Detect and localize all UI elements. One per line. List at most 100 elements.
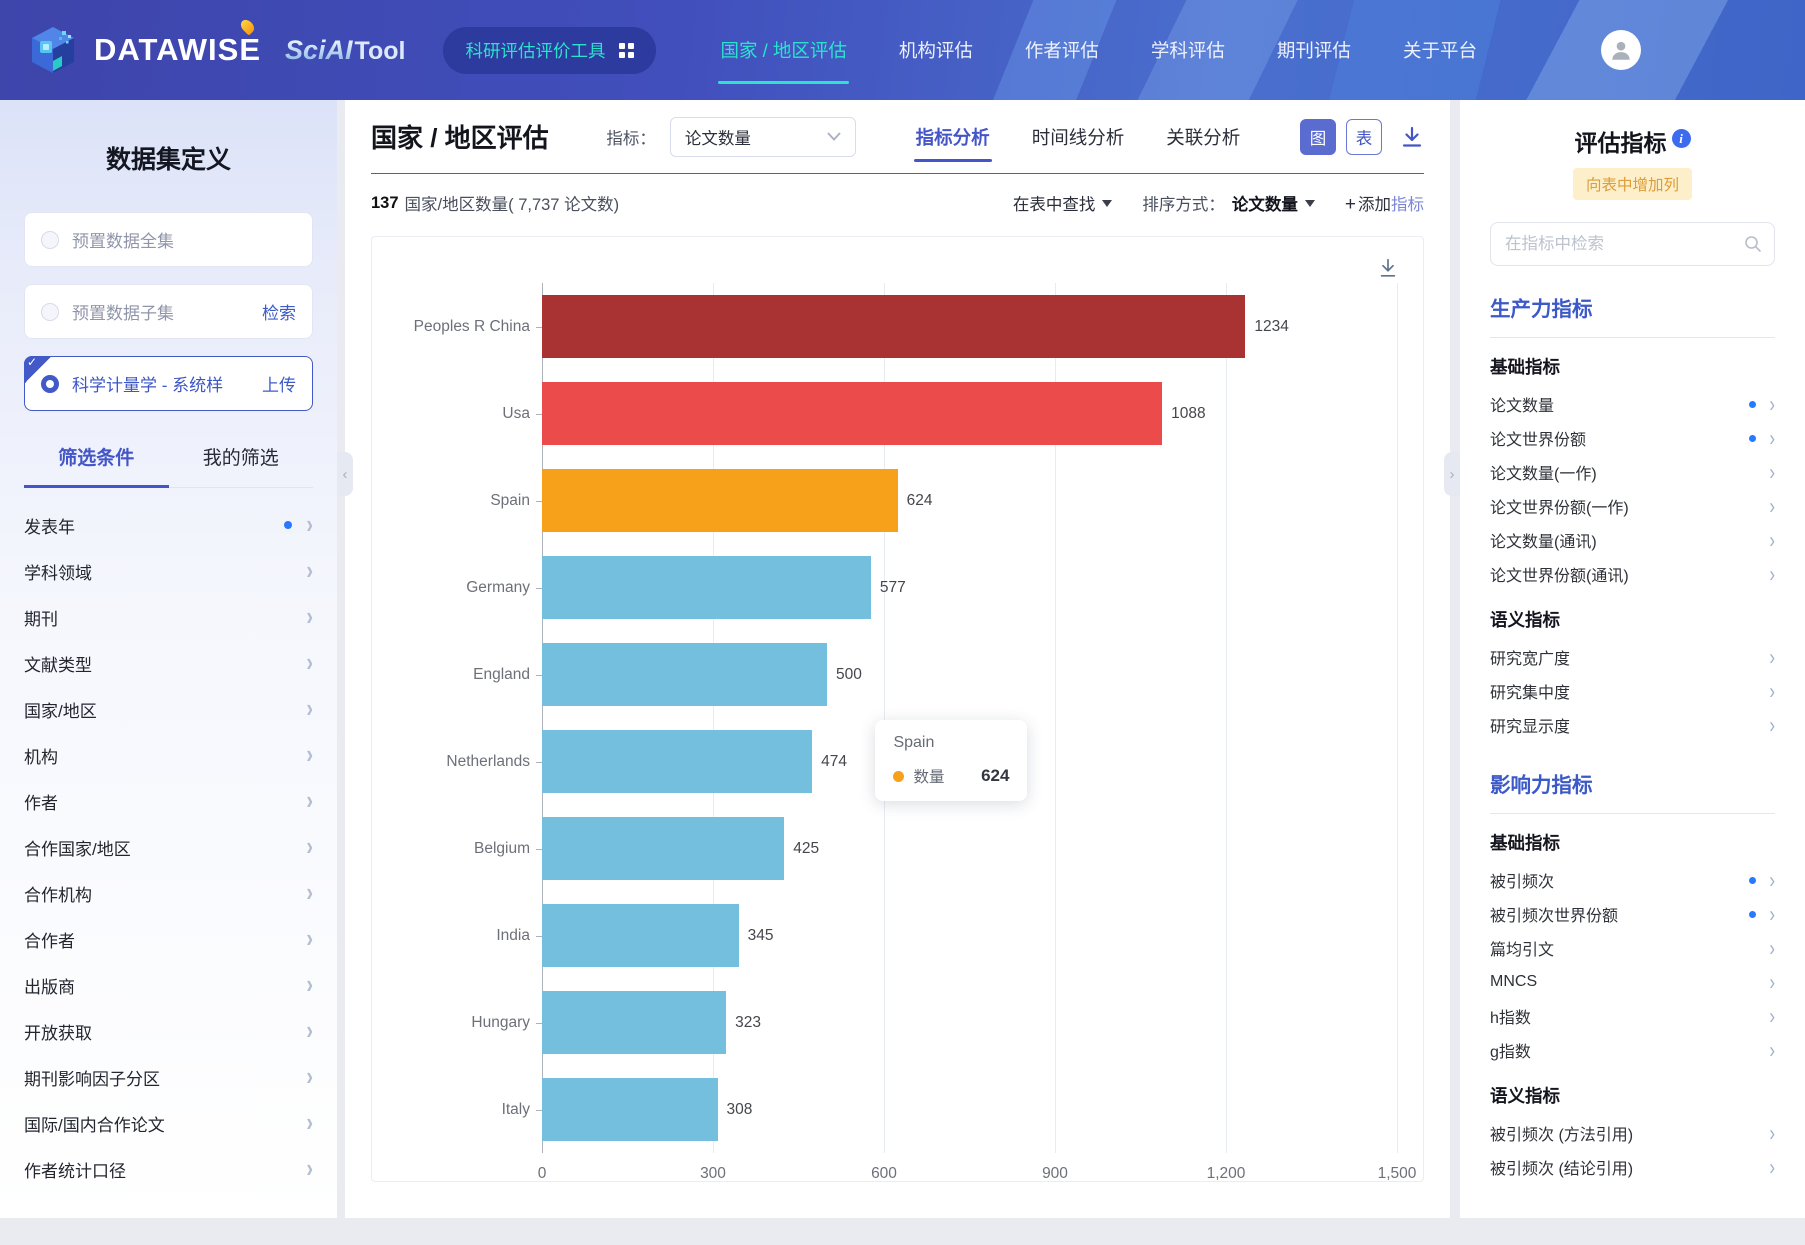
nav-item[interactable]: 国家 / 地区评估 — [718, 29, 848, 71]
bar-italy[interactable] — [542, 1078, 718, 1141]
bar-chart: Peoples R China1234Usa1088Spain624German… — [372, 237, 1423, 1193]
plus-icon: + — [1345, 194, 1356, 215]
filter-item[interactable]: 文献类型 › — [24, 640, 313, 686]
collapse-right-panel-handle[interactable]: › — [1444, 452, 1460, 496]
filter-item[interactable]: 合作者 › — [24, 916, 313, 962]
filter-tab[interactable]: 筛选条件 — [24, 443, 169, 488]
indicator-item[interactable]: 被引频次 (方法引用) › — [1490, 1116, 1775, 1150]
chart-row: Belgium425 — [542, 805, 1397, 892]
indicator-item[interactable]: 被引频次世界份额 › — [1490, 897, 1775, 931]
apps-grid-icon — [619, 43, 634, 58]
value-label: 577 — [880, 579, 906, 597]
indicator-item[interactable]: 论文数量(一作) › — [1490, 455, 1775, 489]
indicator-item[interactable]: 研究显示度 › — [1490, 708, 1775, 742]
indicator-item[interactable]: 论文数量 › — [1490, 387, 1775, 421]
filter-item[interactable]: 开放获取 › — [24, 1008, 313, 1054]
bar-netherlands[interactable] — [542, 730, 812, 793]
dataset-option[interactable]: 预置数据子集 检索 — [24, 284, 313, 339]
chevron-right-icon: › — [1769, 646, 1775, 668]
filter-item[interactable]: 期刊 › — [24, 594, 313, 640]
filter-item[interactable]: 国际/国内合作论文 › — [24, 1100, 313, 1146]
filter-item[interactable]: 出版商 › — [24, 962, 313, 1008]
metric-group: 指标： 论文数量 — [606, 117, 856, 157]
indicator-item[interactable]: g指数 › — [1490, 1033, 1775, 1067]
chart-download-icon[interactable] — [1377, 257, 1399, 284]
radio-button[interactable] — [41, 375, 59, 393]
indicator-item[interactable]: 被引频次 (结论引用) › — [1490, 1150, 1775, 1184]
filter-item-label: 合作国家/地区 — [24, 835, 131, 860]
indicator-item[interactable]: h指数 › — [1490, 999, 1775, 1033]
table-view-button[interactable]: 表 — [1346, 119, 1382, 155]
nav-item[interactable]: 学科评估 — [1149, 29, 1227, 71]
add-indicator-button[interactable]: +添加指标 — [1345, 191, 1424, 216]
bar-england[interactable] — [542, 643, 827, 706]
category-label: England — [382, 666, 530, 684]
dataset-option[interactable]: 预置数据全集 — [24, 212, 313, 267]
chevron-right-icon: › — [306, 558, 313, 584]
info-icon[interactable]: i — [1672, 129, 1691, 148]
filter-item[interactable]: 合作机构 › — [24, 870, 313, 916]
indicator-item[interactable]: 论文世界份额(通讯) › — [1490, 557, 1775, 591]
bar-usa[interactable] — [542, 382, 1162, 445]
indicator-item-label: 被引频次 — [1490, 868, 1554, 892]
chevron-right-icon: › — [306, 1064, 313, 1090]
download-icon[interactable] — [1400, 125, 1424, 149]
indicator-item[interactable]: 论文世界份额(一作) › — [1490, 489, 1775, 523]
dataset-option[interactable]: 科学计量学 - 系统样 上传 — [24, 356, 313, 411]
bar-belgium[interactable] — [542, 817, 784, 880]
filter-item-label: 期刊 — [24, 605, 58, 630]
user-avatar[interactable] — [1601, 30, 1641, 70]
bar-hungary[interactable] — [542, 991, 726, 1054]
analysis-tab[interactable]: 关联分析 — [1164, 114, 1242, 160]
sort-control[interactable]: 排序方式： 论文数量 — [1142, 191, 1315, 215]
nav-item[interactable]: 关于平台 — [1401, 29, 1479, 71]
indicator-item[interactable]: 论文数量(通讯) › — [1490, 523, 1775, 557]
indicator-item-label: 研究显示度 — [1490, 713, 1570, 737]
filter-item-label: 发表年 — [24, 513, 75, 538]
indicators-title: 评估指标i — [1490, 124, 1775, 158]
nav-item[interactable]: 机构评估 — [897, 29, 975, 71]
country-count-label: 国家/地区数量( 7,737 论文数) — [405, 191, 620, 215]
filter-item[interactable]: 学科领域 › — [24, 548, 313, 594]
indicator-item[interactable]: MNCS › — [1490, 965, 1775, 999]
metric-select[interactable]: 论文数量 — [670, 117, 856, 157]
x-tick-label: 300 — [700, 1165, 726, 1183]
indicator-search-input[interactable] — [1490, 222, 1775, 266]
radio-button[interactable] — [41, 231, 59, 249]
caret-down-icon — [1305, 200, 1315, 207]
filter-item[interactable]: 作者 › — [24, 778, 313, 824]
research-eval-tool-button[interactable]: 科研评估评价工具 — [443, 27, 656, 74]
chevron-right-icon: › — [1769, 1039, 1775, 1061]
chart-view-button[interactable]: 图 — [1300, 119, 1336, 155]
indicator-item[interactable]: 研究集中度 › — [1490, 674, 1775, 708]
bar-peoples-r-china[interactable] — [542, 295, 1245, 358]
radio-button[interactable] — [41, 303, 59, 321]
analysis-tab[interactable]: 指标分析 — [914, 114, 992, 160]
dataset-option-action-link[interactable]: 上传 — [262, 371, 296, 396]
dataset-option-action-link[interactable]: 检索 — [262, 299, 296, 324]
bar-spain[interactable] — [542, 469, 898, 532]
nav-item[interactable]: 期刊评估 — [1275, 29, 1353, 71]
indicator-item[interactable]: 研究宽广度 › — [1490, 640, 1775, 674]
filter-item[interactable]: 国家/地区 › — [24, 686, 313, 732]
indicator-item[interactable]: 被引频次 › — [1490, 863, 1775, 897]
bar-germany[interactable] — [542, 556, 871, 619]
filter-item[interactable]: 合作国家/地区 › — [24, 824, 313, 870]
filter-item[interactable]: 作者统计口径 › — [24, 1146, 313, 1192]
x-tick-label: 0 — [538, 1165, 547, 1183]
chevron-right-icon: › — [306, 604, 313, 630]
analysis-tab[interactable]: 时间线分析 — [1030, 114, 1127, 160]
find-in-table-button[interactable]: 在表中查找 — [1013, 191, 1113, 215]
chevron-right-icon: › — [1769, 427, 1775, 449]
filter-item-label: 国家/地区 — [24, 697, 97, 722]
filter-item[interactable]: 发表年 › — [24, 502, 313, 548]
filter-item[interactable]: 机构 › — [24, 732, 313, 778]
filter-tab[interactable]: 我的筛选 — [169, 443, 314, 487]
indicator-item[interactable]: 篇均引文 › — [1490, 931, 1775, 965]
indicator-item[interactable]: 论文世界份额 › — [1490, 421, 1775, 455]
filter-item[interactable]: 期刊影响因子分区 › — [24, 1054, 313, 1100]
bar-india[interactable] — [542, 904, 739, 967]
collapse-left-panel-handle[interactable]: ‹ — [337, 452, 353, 496]
nav-item[interactable]: 作者评估 — [1023, 29, 1101, 71]
dataset-option-label: 预置数据子集 — [72, 299, 174, 324]
